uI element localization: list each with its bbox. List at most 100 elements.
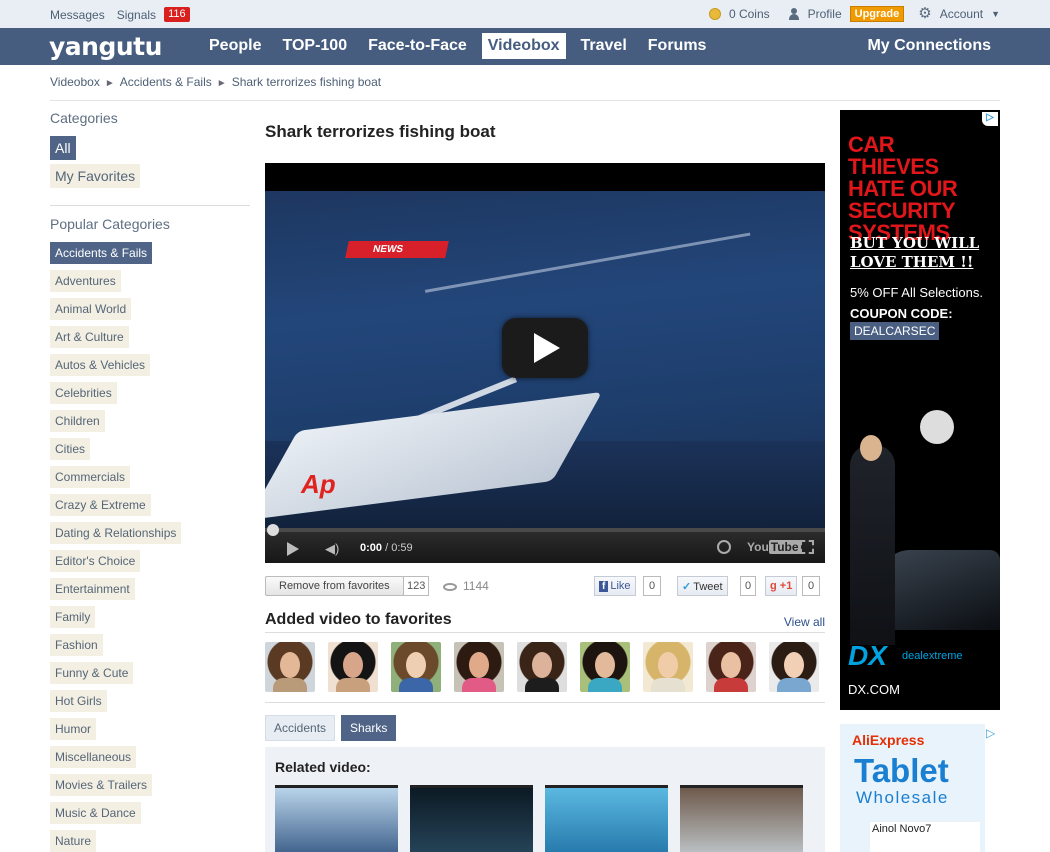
related-videos: Related video: xyxy=(265,747,825,852)
favorite-user-avatar[interactable] xyxy=(454,642,504,692)
ad-thief-image xyxy=(920,410,954,444)
favorite-user-avatar[interactable] xyxy=(580,642,630,692)
category-entertainment[interactable]: Entertainment xyxy=(50,578,135,600)
related-video-thumbnail[interactable] xyxy=(410,785,533,852)
adchoices-icon-2[interactable]: ▷ xyxy=(986,726,995,740)
nav-item-travel[interactable]: Travel xyxy=(575,33,633,59)
video-title: Shark terrorizes fishing boat xyxy=(265,122,496,141)
watch-later-icon[interactable] xyxy=(717,540,731,554)
category-art-culture[interactable]: Art & Culture xyxy=(50,326,129,348)
like-count: 0 xyxy=(643,576,662,596)
category-hot-girls[interactable]: Hot Girls xyxy=(50,690,107,712)
nav-item-top-100[interactable]: TOP-100 xyxy=(276,33,353,59)
progress-bar[interactable] xyxy=(265,524,825,536)
tweet-button[interactable]: ✓ Tweet xyxy=(677,576,728,596)
category-accidents-fails[interactable]: Accidents & Fails xyxy=(50,242,153,264)
related-video-thumbnail[interactable] xyxy=(275,785,398,852)
favorites-header: Added video to favorites View all xyxy=(265,611,825,633)
control-play-icon[interactable] xyxy=(287,542,299,556)
breadcrumb-item: Shark terrorizes fishing boat xyxy=(231,75,382,89)
category-funny-cute[interactable]: Funny & Cute xyxy=(50,662,134,684)
category-commercials[interactable]: Commercials xyxy=(50,466,131,488)
category-movies-trailers[interactable]: Movies & Trailers xyxy=(50,774,153,796)
ad-coupon-code: DEALCARSEC xyxy=(850,322,940,340)
chevron-down-icon[interactable]: ▼ xyxy=(991,9,1000,19)
category-music-dance[interactable]: Music & Dance xyxy=(50,802,141,824)
tag-accidents[interactable]: Accidents xyxy=(265,715,336,741)
nav-items: People TOP-100 Face-to-Face Videobox Travel F… xyxy=(203,33,721,59)
category-all[interactable]: All xyxy=(50,136,76,160)
site-logo[interactable]: yangutu xyxy=(49,32,162,61)
account-link[interactable]: Account xyxy=(940,7,983,21)
category-nature[interactable]: Nature xyxy=(50,830,97,852)
facebook-like-button[interactable]: f Like xyxy=(594,576,636,596)
nav-item-forums[interactable]: Forums xyxy=(642,33,713,59)
tweet-count: 0 xyxy=(740,576,757,596)
category-fashion[interactable]: Fashion xyxy=(50,634,103,656)
adchoices-icon[interactable]: ▷ xyxy=(982,112,998,126)
upgrade-button[interactable]: Upgrade xyxy=(849,6,905,22)
category-crazy-extreme[interactable]: Crazy & Extreme xyxy=(50,494,151,516)
ad-banner-dx[interactable]: ▷ CAR THIEVES HATE OUR SECURITY SYSTEMS … xyxy=(840,110,1000,710)
gplus-icon: g xyxy=(770,580,777,592)
category-miscellaneous[interactable]: Miscellaneous xyxy=(50,746,137,768)
ad-car-image xyxy=(880,550,1000,630)
volume-icon[interactable]: ◀) xyxy=(325,541,339,557)
category-dating-relationships[interactable]: Dating & Relationships xyxy=(50,522,182,544)
favorite-user-avatar[interactable] xyxy=(391,642,441,692)
views: 1144 xyxy=(443,579,489,593)
profile-link[interactable]: Profile xyxy=(808,7,842,21)
video-player[interactable]: NEWS Ap ◀) 0:00 / 0:59 You Tube xyxy=(265,163,825,563)
my-connections-link[interactable]: My Connections xyxy=(867,37,991,55)
fullscreen-icon[interactable] xyxy=(800,540,814,554)
ad-headline: CAR THIEVES HATE OUR SECURITY SYSTEMS xyxy=(848,132,958,245)
category-cities[interactable]: Cities xyxy=(50,438,91,460)
signals-link[interactable]: Signals xyxy=(117,8,156,22)
gplus-count: 0 xyxy=(802,576,821,596)
favorite-user-avatar[interactable] xyxy=(706,642,756,692)
gear-icon: ⚙ xyxy=(918,5,932,22)
remove-from-favorites-button[interactable]: Remove from favorites xyxy=(265,576,404,596)
nav-item-face-to-face[interactable]: Face-to-Face xyxy=(362,33,473,59)
gplus-button[interactable]: g +1 xyxy=(765,576,798,596)
youtube-logo-icon[interactable]: You Tube xyxy=(747,540,801,554)
ad-url: DX.COM xyxy=(848,682,900,697)
tag-sharks[interactable]: Sharks xyxy=(341,715,397,741)
breadcrumb-item[interactable]: Videobox xyxy=(50,75,100,89)
view-all-link[interactable]: View all xyxy=(784,615,825,629)
popular-categories-heading: Popular Categories xyxy=(50,216,170,232)
related-video-thumbnail[interactable] xyxy=(680,785,803,852)
breadcrumb-item[interactable]: Accidents & Fails xyxy=(120,75,212,89)
messages-link[interactable]: Messages xyxy=(50,8,105,22)
progress-knob[interactable] xyxy=(267,524,279,536)
category-adventures[interactable]: Adventures xyxy=(50,270,121,292)
category-my-favorites[interactable]: My Favorites xyxy=(50,164,141,188)
ad-banner-aliexpress[interactable]: AliExpress Tablet Wholesale Ainol Novo7 xyxy=(840,724,985,852)
favorite-user-avatar[interactable] xyxy=(643,642,693,692)
top-utility-bar: Messages Signals 116 0 Coins Profile Upg… xyxy=(0,0,1050,28)
category-children[interactable]: Children xyxy=(50,410,105,432)
category-animal-world[interactable]: Animal World xyxy=(50,298,132,320)
ad-driver-image xyxy=(850,445,895,645)
category-autos-vehicles[interactable]: Autos & Vehicles xyxy=(50,354,151,376)
divider xyxy=(50,100,1000,101)
top-left-links: Messages Signals 116 xyxy=(50,7,190,22)
play-icon[interactable] xyxy=(502,318,588,378)
profile-icon xyxy=(788,8,800,20)
favorite-user-avatar[interactable] xyxy=(328,642,378,692)
favorite-user-avatar[interactable] xyxy=(517,642,567,692)
favorite-user-avatar[interactable] xyxy=(769,642,819,692)
nav-item-people[interactable]: People xyxy=(203,33,267,59)
category-celebrities[interactable]: Celebrities xyxy=(50,382,117,404)
favorite-user-avatar[interactable] xyxy=(265,642,315,692)
category-family[interactable]: Family xyxy=(50,606,96,628)
coins-link[interactable]: 0 Coins xyxy=(729,7,770,21)
category-editor-s-choice[interactable]: Editor's Choice xyxy=(50,550,141,572)
ap-logo: Ap xyxy=(301,469,336,499)
category-humor[interactable]: Humor xyxy=(50,718,97,740)
nav-item-videobox[interactable]: Videobox xyxy=(481,33,566,59)
breadcrumb-separator-icon: ► xyxy=(216,78,227,89)
eye-icon xyxy=(443,582,457,591)
time-current: 0:00 xyxy=(360,542,383,554)
related-video-thumbnail[interactable] xyxy=(545,785,668,852)
